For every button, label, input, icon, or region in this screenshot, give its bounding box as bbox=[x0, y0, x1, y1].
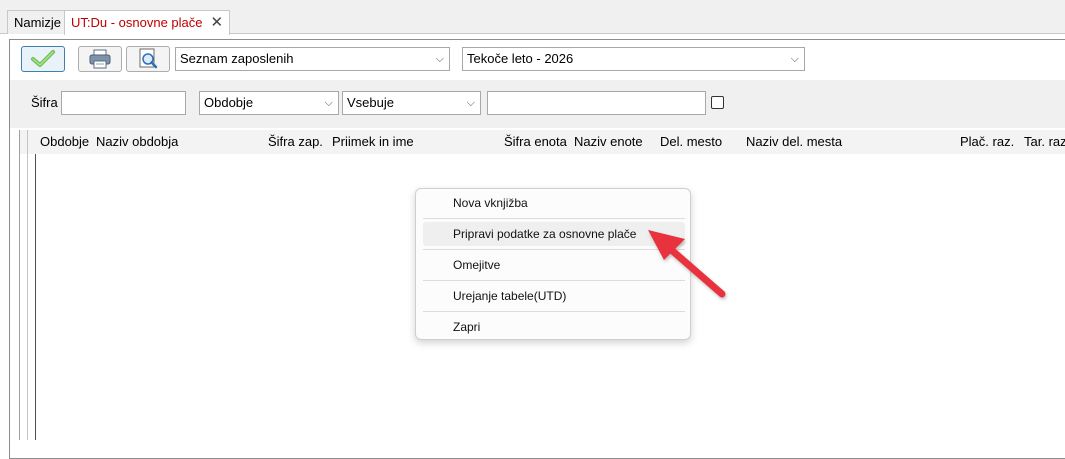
filter-operator-select[interactable]: Vsebuje ⌵ bbox=[342, 91, 481, 115]
filter-value-input[interactable] bbox=[487, 91, 706, 115]
tab-osnovne-place[interactable]: UT:Du - osnovne plače ✕ bbox=[64, 10, 231, 35]
tab-label: UT:Du - osnovne plače bbox=[71, 15, 203, 30]
menu-separator bbox=[423, 218, 685, 219]
chevron-down-icon: ⌵ bbox=[466, 97, 475, 109]
column-header[interactable]: Tar. raz bbox=[1024, 134, 1065, 149]
grid-border bbox=[19, 130, 20, 440]
chevron-down-icon: ⌵ bbox=[435, 53, 444, 65]
column-header[interactable]: Šifra zap. bbox=[268, 134, 323, 149]
annotation-arrow bbox=[648, 230, 726, 298]
column-header[interactable]: Plač. raz. bbox=[960, 134, 1014, 149]
report-select-value: Seznam zaposlenih bbox=[180, 51, 294, 66]
year-select-value: Tekoče leto - 2026 bbox=[467, 51, 574, 66]
chevron-down-icon: ⌵ bbox=[324, 97, 333, 109]
tab-label: Namizje bbox=[14, 15, 61, 30]
chevron-down-icon: ⌵ bbox=[790, 53, 799, 65]
menu-item-nova-vknjizba[interactable]: Nova vknjižba bbox=[423, 191, 685, 215]
menu-item-zapri[interactable]: Zapri bbox=[423, 315, 685, 339]
print-button[interactable] bbox=[78, 46, 122, 72]
column-header[interactable]: Naziv obdobja bbox=[96, 134, 178, 149]
printer-icon bbox=[89, 49, 111, 69]
checkmark-icon bbox=[31, 50, 55, 67]
column-header[interactable]: Obdobje bbox=[40, 134, 89, 149]
tab-namizje[interactable]: Namizje bbox=[7, 10, 68, 34]
column-header[interactable]: Priimek in ime bbox=[332, 134, 414, 149]
code-input[interactable] bbox=[61, 91, 186, 115]
column-header[interactable]: Naziv del. mesta bbox=[746, 134, 842, 149]
confirm-button[interactable] bbox=[21, 46, 65, 72]
print-preview-icon bbox=[139, 48, 158, 69]
report-select[interactable]: Seznam zaposlenih ⌵ bbox=[175, 47, 450, 71]
column-header[interactable]: Del. mesto bbox=[660, 134, 722, 149]
filter-field-value: Obdobje bbox=[204, 95, 254, 110]
column-header[interactable]: Naziv enote bbox=[574, 134, 643, 149]
year-select[interactable]: Tekoče leto - 2026 ⌵ bbox=[462, 47, 805, 71]
column-header[interactable]: Šifra enota bbox=[504, 134, 567, 149]
code-label: Šifra bbox=[31, 95, 58, 110]
filter-field-select[interactable]: Obdobje ⌵ bbox=[199, 91, 339, 115]
filter-operator-value: Vsebuje bbox=[347, 95, 394, 110]
close-icon[interactable]: ✕ bbox=[211, 14, 224, 31]
grid-border bbox=[27, 130, 28, 440]
grid-border bbox=[35, 154, 36, 440]
preview-button[interactable] bbox=[126, 46, 170, 72]
filter-checkbox[interactable] bbox=[711, 96, 724, 109]
